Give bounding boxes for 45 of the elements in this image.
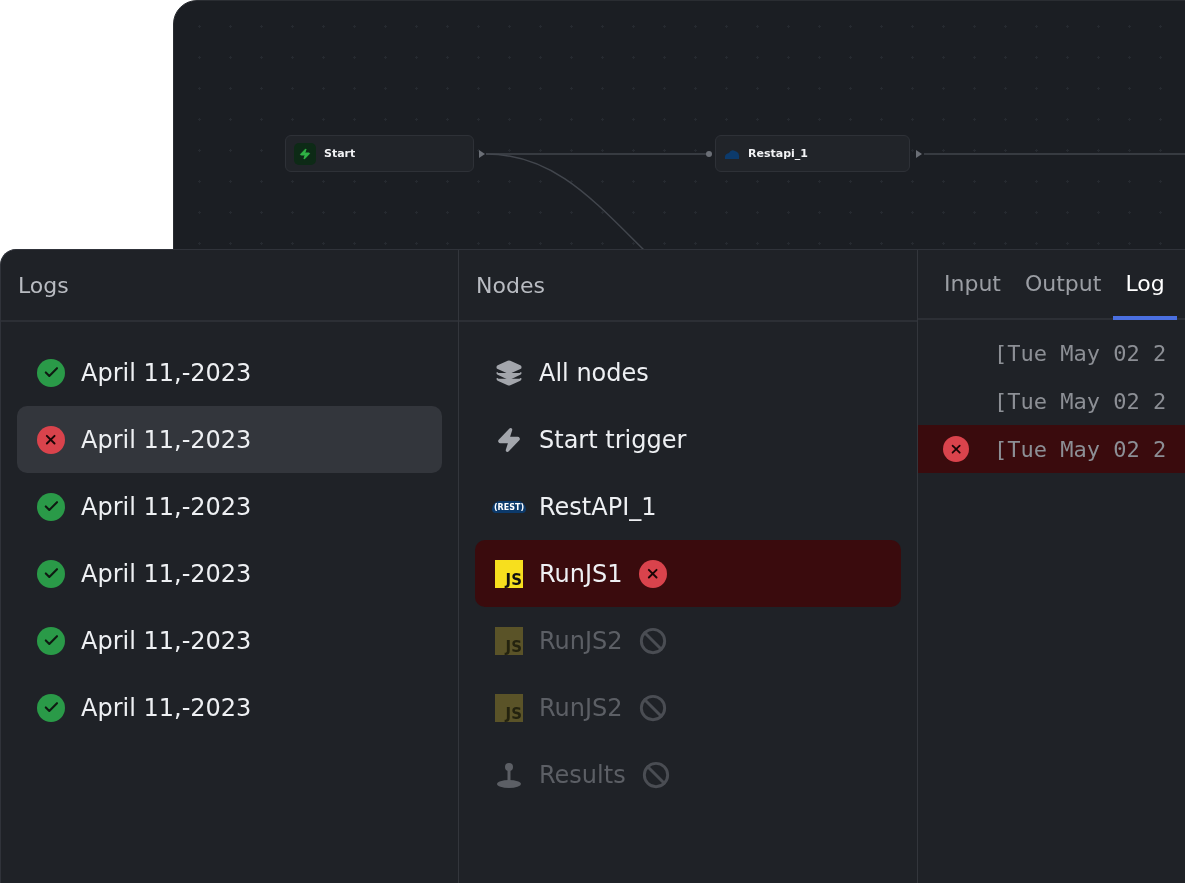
node-name: Results <box>539 760 626 789</box>
node-entry[interactable]: JS RunJS1 <box>475 540 901 607</box>
log-date: April 11,-2023 <box>81 626 252 655</box>
panel-title: Nodes <box>476 272 545 298</box>
log-date: April 11,-2023 <box>81 358 252 387</box>
log-text: [Tue May 02 2 <box>994 388 1167 414</box>
panel-title: Logs <box>18 272 69 298</box>
tab[interactable]: Output <box>1012 250 1114 320</box>
node-entry[interactable]: All nodes <box>475 339 901 406</box>
log-entry[interactable]: April 11,-2023 <box>17 473 442 540</box>
node-label: Start <box>324 147 356 160</box>
port-icon <box>916 150 922 158</box>
log-date: April 11,-2023 <box>81 492 252 521</box>
tab[interactable]: Input <box>932 250 1013 320</box>
log-entry[interactable]: April 11,-2023 <box>17 406 442 473</box>
log-entry[interactable]: April 11,-2023 <box>17 607 442 674</box>
log-text: [Tue May 02 2 <box>994 436 1167 462</box>
joystick-icon <box>495 760 523 789</box>
log-entry[interactable]: April 11,-2023 <box>17 339 442 406</box>
rest-icon: (REST) <box>491 500 527 513</box>
node-label: Restapi_1 <box>748 147 808 160</box>
log-date: April 11,-2023 <box>81 559 252 588</box>
lightning-icon <box>495 425 523 454</box>
log-entry[interactable]: April 11,-2023 <box>17 540 442 607</box>
node-name: RunJS2 <box>539 626 623 655</box>
node-name: RunJS1 <box>539 559 623 588</box>
tab[interactable]: Log <box>1113 250 1177 320</box>
node-entry[interactable]: Start trigger <box>475 406 901 473</box>
log-date: April 11,-2023 <box>81 693 252 722</box>
workflow-node[interactable]: Start <box>285 135 474 172</box>
port-icon <box>706 151 712 157</box>
node-name: RestAPI_1 <box>539 492 657 521</box>
port-icon <box>479 150 485 158</box>
node-name: RunJS2 <box>539 693 623 722</box>
cloud-icon <box>724 148 740 159</box>
log-entry[interactable]: April 11,-2023 <box>17 674 442 741</box>
workflow-node[interactable]: Restapi_1 <box>715 135 910 172</box>
log-date: April 11,-2023 <box>81 425 252 454</box>
node-name: Start trigger <box>539 425 687 454</box>
log-text: [Tue May 02 2 <box>994 340 1167 366</box>
js-icon: JS <box>495 559 523 588</box>
lightning-icon <box>294 142 316 165</box>
node-entry[interactable]: (REST) RestAPI_1 <box>475 473 901 540</box>
layers-icon <box>495 358 523 387</box>
node-name: All nodes <box>539 358 649 387</box>
